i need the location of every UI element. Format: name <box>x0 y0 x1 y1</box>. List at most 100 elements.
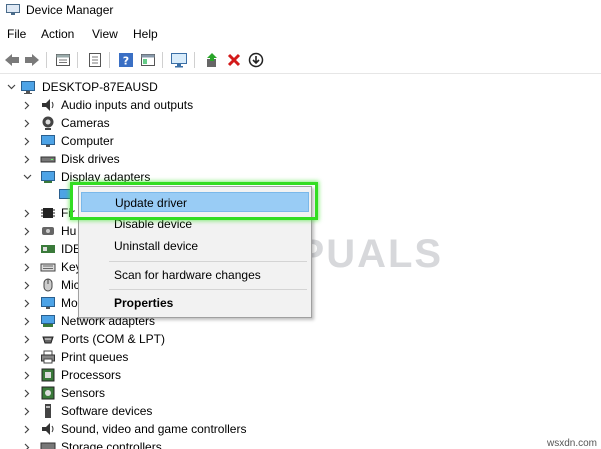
tree-item-audio[interactable]: Audio inputs and outputs <box>0 96 300 114</box>
tree-item-label: Cameras <box>61 116 110 130</box>
device-manager-icon <box>6 4 20 15</box>
tree-item-software-devices[interactable]: Software devices <box>0 402 300 420</box>
tree-item-sensors[interactable]: Sensors <box>0 384 300 402</box>
footer-watermark: wsxdn.com <box>546 438 597 449</box>
hid-icon <box>42 227 54 235</box>
tree-item-computer[interactable]: Computer <box>0 132 300 150</box>
processor-icon <box>41 368 55 382</box>
tree-root-label: DESKTOP-87EAUSD <box>42 80 158 94</box>
svg-text:?: ? <box>123 55 129 68</box>
software-device-icon <box>45 404 51 418</box>
back-button[interactable] <box>2 50 22 70</box>
show-hide-button[interactable] <box>85 50 105 70</box>
monitor-icon <box>41 297 55 309</box>
toolbar-separator <box>194 52 195 68</box>
tree-item-label: Computer <box>61 134 114 148</box>
chevron-right-icon[interactable] <box>22 366 32 384</box>
scan-hardware-button[interactable] <box>169 50 189 70</box>
chevron-right-icon[interactable] <box>22 258 32 276</box>
back-icon <box>5 54 19 66</box>
menu-properties[interactable]: Properties <box>81 293 309 313</box>
chevron-right-icon[interactable] <box>22 420 32 438</box>
toolbar: ? <box>0 47 601 74</box>
port-icon <box>42 336 54 344</box>
highlight-annotation <box>70 182 318 220</box>
help-button[interactable]: ? <box>116 50 136 70</box>
menu-separator <box>109 261 307 262</box>
mouse-icon <box>43 278 53 292</box>
menu-file[interactable]: File <box>7 27 26 41</box>
tree-item-label: Sound, video and game controllers <box>61 422 247 436</box>
console-button[interactable] <box>138 50 158 70</box>
menu-separator <box>109 289 307 290</box>
console-icon <box>141 54 155 66</box>
menu-item-label: Scan for hardware changes <box>114 268 261 282</box>
speaker-icon <box>42 423 54 435</box>
chevron-right-icon[interactable] <box>22 384 32 402</box>
chevron-right-icon[interactable] <box>22 132 32 150</box>
menu-scan-hardware[interactable]: Scan for hardware changes <box>81 265 309 285</box>
ide-controller-icon <box>41 245 55 253</box>
uninstall-icon <box>227 53 241 67</box>
update-driver-button[interactable] <box>202 50 222 70</box>
chevron-right-icon[interactable] <box>22 240 32 258</box>
tree-item-storage-controllers[interactable]: Storage controllers <box>0 438 300 449</box>
printer-icon <box>41 350 55 364</box>
tree-item-print-queues[interactable]: Print queues <box>0 348 300 366</box>
tree-item-label: Mo <box>61 296 78 310</box>
forward-button[interactable] <box>22 50 42 70</box>
title-bar: Device Manager <box>0 0 601 22</box>
menu-view[interactable]: View <box>92 27 118 41</box>
chevron-down-icon[interactable] <box>22 168 32 186</box>
tree-item-disk-drives[interactable]: Disk drives <box>0 150 300 168</box>
monitor-icon <box>41 135 55 147</box>
chip-icon <box>41 208 55 218</box>
tree-item-processors[interactable]: Processors <box>0 366 300 384</box>
monitor-icon <box>171 53 187 68</box>
chevron-right-icon[interactable] <box>22 402 32 420</box>
help-icon: ? <box>119 53 133 68</box>
sensor-icon <box>41 386 55 400</box>
chevron-right-icon[interactable] <box>22 222 32 240</box>
chevron-right-icon[interactable] <box>22 150 32 168</box>
menu-item-label: Properties <box>114 296 174 310</box>
uninstall-button[interactable] <box>224 50 244 70</box>
show-hide-icon <box>89 53 101 67</box>
toolbar-separator <box>109 52 110 68</box>
tree-item-label: Sensors <box>61 386 106 400</box>
storage-controller-icon <box>40 442 56 449</box>
tree-item-cameras[interactable]: Cameras <box>0 114 300 132</box>
chevron-right-icon[interactable] <box>22 276 32 294</box>
tree-item-sound-video[interactable]: Sound, video and game controllers <box>0 420 300 438</box>
disk-drive-icon <box>40 156 56 163</box>
chevron-right-icon[interactable] <box>22 204 32 222</box>
menu-bar: File Action View Help <box>0 24 601 46</box>
chevron-down-icon[interactable] <box>6 78 16 96</box>
forward-icon <box>25 54 39 66</box>
properties-button[interactable] <box>53 50 73 70</box>
keyboard-icon <box>40 263 56 272</box>
tree-item-ports[interactable]: Ports (COM & LPT) <box>0 330 300 348</box>
menu-help[interactable]: Help <box>133 27 158 41</box>
window-title: Device Manager <box>26 3 114 17</box>
chevron-right-icon[interactable] <box>22 330 32 348</box>
toolbar-separator <box>46 52 47 68</box>
tree-root[interactable]: DESKTOP-87EAUSD <box>0 78 300 96</box>
menu-action[interactable]: Action <box>41 27 74 41</box>
computer-icon <box>21 81 35 94</box>
chevron-right-icon[interactable] <box>22 294 32 312</box>
chevron-right-icon[interactable] <box>22 114 32 132</box>
display-adapter-icon <box>41 171 55 183</box>
menu-item-label: Uninstall device <box>114 239 199 253</box>
properties-icon <box>56 54 70 66</box>
camera-icon <box>42 116 54 130</box>
network-adapter-icon <box>41 315 55 327</box>
chevron-right-icon[interactable] <box>22 348 32 366</box>
menu-uninstall-device[interactable]: Uninstall device <box>81 236 309 256</box>
chevron-right-icon[interactable] <box>22 438 32 449</box>
toolbar-separator <box>77 52 78 68</box>
chevron-right-icon[interactable] <box>22 312 32 330</box>
chevron-right-icon[interactable] <box>22 96 32 114</box>
tree-item-label: Ports (COM & LPT) <box>61 332 166 346</box>
enable-device-button[interactable] <box>246 50 266 70</box>
